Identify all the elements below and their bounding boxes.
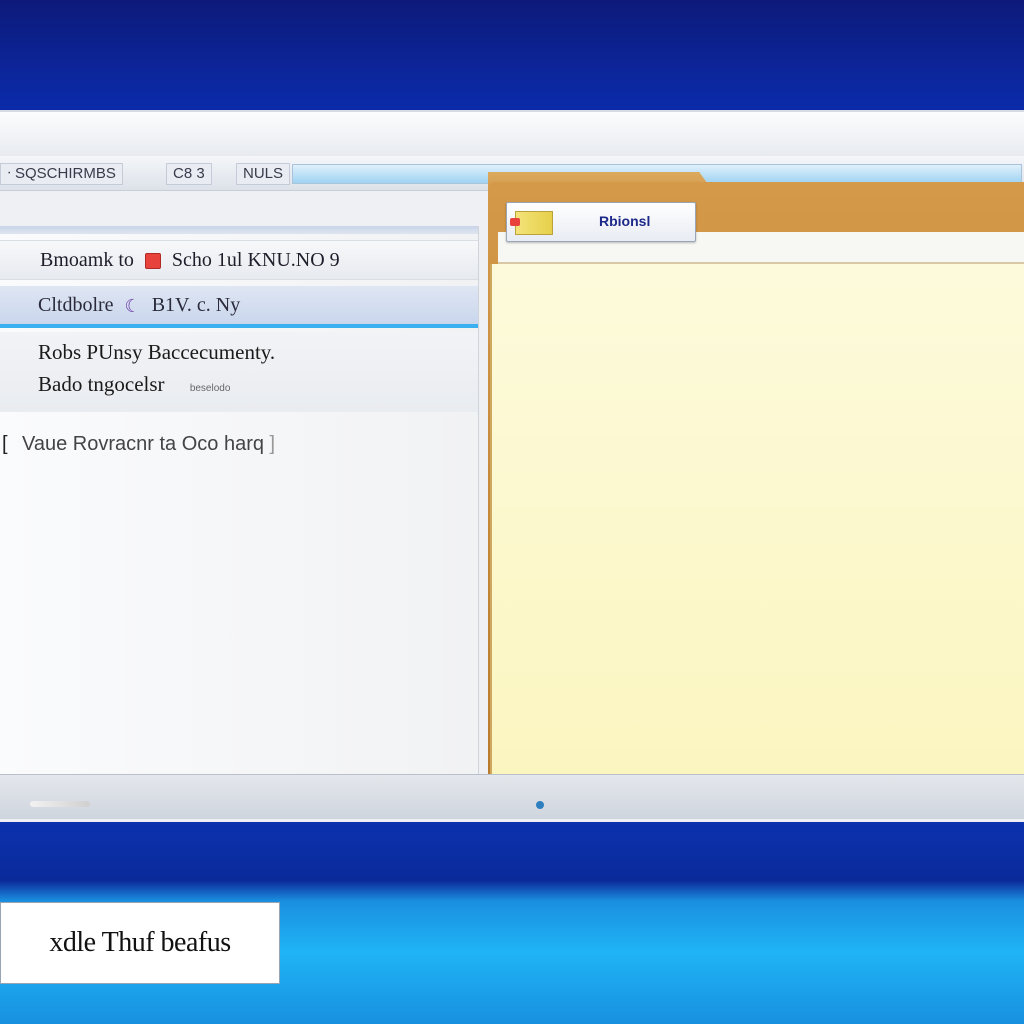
list-item-label: Robs PUnsy Baccecumenty. [38,340,276,364]
list-item[interactable]: Bmoamk to Scho 1ul KNU.NO 9 [0,240,478,280]
list-item-detail: Scho 1ul KNU.NO 9 [171,249,340,271]
document-icon: ☾ [124,296,141,317]
file-list-pane: Bmoamk to Scho 1ul KNU.NO 9 Cltdbolre ☾ … [0,226,479,774]
toolbar-path-segment[interactable]: ᐧ SQSCHIRMBS [0,163,123,185]
bracket-left-icon: [ [2,433,8,455]
list-item-label: Vaue Rovracnr ta Oco harq [22,433,264,455]
folder-label-text: Rbionsl [599,213,651,229]
folder-paper [490,264,1024,774]
list-item-label: Cltdbolre [38,294,114,316]
list-item-label: Bado tngocelsr [38,372,165,396]
title-bar[interactable] [0,112,1024,156]
taskbar-button[interactable]: xdle Thuf beafus [0,902,280,984]
toolbar-path-segment[interactable]: NULS [236,163,291,185]
bracket-right-icon: ] [269,433,276,455]
status-indicator-icon [536,801,544,809]
scroll-grip-icon[interactable] [30,801,90,807]
list-item[interactable]: [ Vaue Rovracnr ta Oco harq ] [0,426,478,462]
folder-preview[interactable]: Rbionsl [478,172,1024,774]
list-header [0,226,478,234]
explorer-window: ᐧ SQSCHIRMBS C8 3 NULS Bmoamk to Scho 1u… [0,110,1024,822]
list-item-meta: beselodo [189,383,231,394]
list-item-label: Bmoamk to [40,249,134,271]
folder-icon [510,211,553,235]
toolbar-path-segment[interactable]: C8 3 [166,163,212,185]
app-icon [144,253,161,270]
list-group[interactable]: Robs PUnsy Baccecumenty. Bado tngocelsr … [0,332,478,412]
taskbar-button-label: xdle Thuf beafus [49,927,231,958]
list-item-selected[interactable]: Cltdbolre ☾ B1V. c. Ny [0,286,478,328]
list-item-detail: B1V. c. Ny [151,294,241,316]
status-bar [0,774,1024,819]
folder-label-tag: Rbionsl [506,202,696,242]
